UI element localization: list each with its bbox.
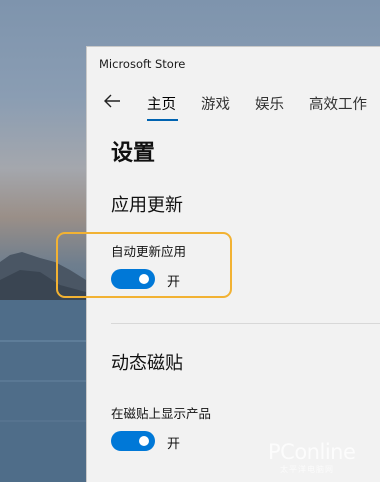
section-title-app-updates: 应用更新 <box>111 195 183 216</box>
section-title-live-tiles: 动态磁贴 <box>111 353 183 374</box>
back-arrow-icon[interactable] <box>101 90 123 112</box>
active-tab-indicator <box>147 119 178 121</box>
window-title: Microsoft Store <box>99 57 186 71</box>
highlight-box <box>56 232 232 298</box>
watermark-logo-text: PConline <box>268 440 356 464</box>
toggle-knob <box>139 436 149 446</box>
watermark-subtext: 太平洋电脑网 <box>280 465 334 474</box>
show-products-toggle[interactable] <box>111 431 155 451</box>
show-products-toggle-state: 开 <box>167 437 181 452</box>
setting-label-show-products: 在磁贴上显示产品 <box>111 406 212 421</box>
page-title: 设置 <box>111 141 156 166</box>
tab-productivity[interactable]: 高效工作 <box>309 93 367 114</box>
nav-bar: 主页 游戏 娱乐 高效工作 <box>87 87 380 121</box>
title-bar: Microsoft Store <box>87 47 380 81</box>
pconline-watermark: PConline 太平洋电脑网 <box>268 440 372 476</box>
tab-home[interactable]: 主页 <box>147 93 176 114</box>
tab-entertainment[interactable]: 娱乐 <box>255 93 284 114</box>
section-divider <box>111 323 380 324</box>
tab-games[interactable]: 游戏 <box>201 93 230 114</box>
